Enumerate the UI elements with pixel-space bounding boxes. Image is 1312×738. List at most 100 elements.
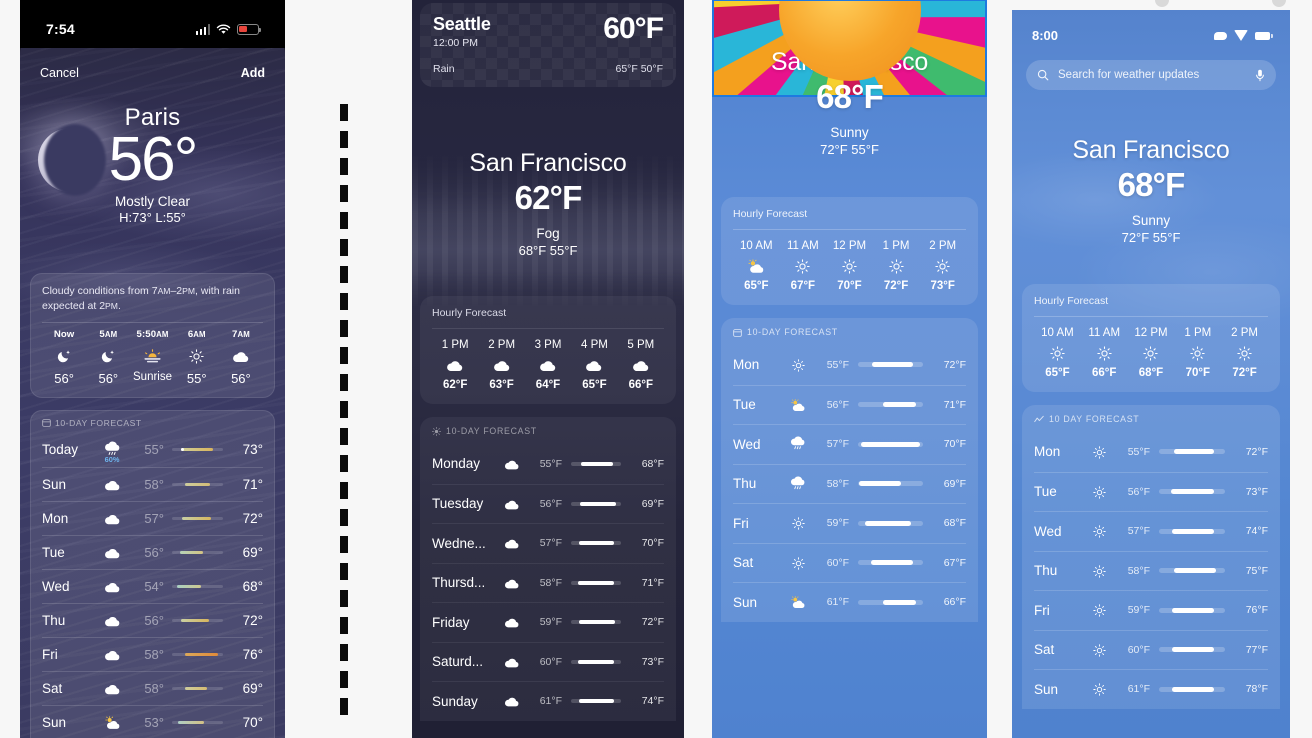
temperature-range-bar [181, 516, 212, 520]
forecast-high-temperature: 72°F [641, 616, 664, 629]
hourly-time: 5AM [86, 329, 130, 340]
cropped-decoration-icon-left [1155, 0, 1169, 7]
hourly-forecast-card[interactable]: Hourly Forecast 1 PM 62°F 2 PM 63°F 3 PM 6… [420, 296, 676, 405]
forecast-row: Friday 59°F 72°F [432, 602, 664, 642]
forecast-high-temperature: 72°F [943, 358, 966, 371]
temperature-range-bar [579, 699, 614, 704]
forecast-day: Sat [42, 680, 63, 696]
ten-day-forecast-card[interactable]: 10-DAY FORECAST Mon 55°F 72°F Tue 56°F 71°F… [721, 318, 978, 622]
forecast-low-temperature: 58° [144, 646, 164, 662]
forecast-low-temperature: 61°F [1127, 683, 1150, 696]
forecast-low-temperature: 56° [144, 544, 164, 560]
ten-day-forecast-card[interactable]: 10 DAY FORECAST Mon 55°F 72°F Tue 56°F 73°F… [1022, 405, 1280, 709]
hourly-time: 1 PM [882, 239, 910, 252]
hourly-weather-icon [175, 348, 219, 364]
hourly-time-meridiem: AM [104, 330, 118, 340]
rain-cloud-icon [790, 436, 805, 450]
separator-dash [340, 509, 348, 526]
hourly-forecast-card[interactable]: Hourly Forecast 10 AM 65°F 11 AM 67°F 12 P… [721, 197, 978, 306]
forecast-high-temperature: 70° [242, 714, 263, 730]
forecast-rows: Mon 55°F 72°F Tue 56°F 71°F Wed 57°F 70°F Thu … [733, 345, 966, 622]
cancel-button[interactable]: Cancel [40, 66, 79, 80]
forecast-high-temperature: 72° [242, 510, 263, 526]
forecast-low-temperature: 55°F [1127, 445, 1150, 458]
sun-icon [795, 259, 811, 274]
hourly-temperature: 66°F [1091, 367, 1117, 380]
current-temperature: 68°F [1117, 166, 1186, 203]
temperature-range-track [858, 599, 923, 605]
forecast-high-temperature: 67°F [943, 556, 966, 569]
forecast-low-temperature: 57°F [539, 537, 562, 550]
cloud-icon [104, 616, 119, 626]
hourly-strip: 10 AM 65°F 11 AM 66°F 12 PM 68°F 1 PM 70… [1034, 327, 1268, 380]
forecast-header: 10 DAY FORECAST [1034, 405, 1268, 432]
forecast-low-temperature: 60°F [826, 556, 849, 569]
hourly-item: 12 PM 68°F [1128, 327, 1175, 380]
sun-icon [1092, 486, 1106, 499]
hourly-temperature: 65°F [744, 280, 769, 293]
hourly-strip: 1 PM 62°F 2 PM 63°F 3 PM 64°F 4 PM 65°F 5 PM… [432, 339, 664, 392]
cloud-icon [233, 351, 249, 362]
hourly-temperature: 64°F [535, 379, 561, 392]
add-button[interactable]: Add [241, 66, 265, 80]
forecast-day: Monday [432, 456, 481, 472]
cloud-icon [104, 582, 119, 592]
seattle-city-card[interactable]: Seattle 12:00 PM 60°F Rain 65°F 50°F [420, 3, 676, 87]
search-bar[interactable]: Search for weather updates [1026, 60, 1276, 90]
temperature-range-track [1159, 528, 1225, 534]
wifi-icon [216, 24, 231, 34]
hourly-weather-icon [1221, 346, 1268, 362]
temperature-range-bar [578, 580, 614, 585]
forecast-weather-icon [785, 436, 811, 452]
hourly-weather-icon [130, 348, 174, 364]
seattle-condition: Rain [433, 63, 455, 75]
sun-cloud-icon [104, 716, 119, 729]
cloud-icon [104, 650, 119, 660]
separator-dash [340, 239, 348, 256]
forecast-row: Sun 61°F 66°F [733, 582, 966, 622]
hourly-weather-icon [873, 259, 920, 275]
current-conditions-hero: San Francisco 68°F Sunny 72°F 55°F [1012, 136, 1290, 245]
forecast-day: Thu [733, 476, 757, 492]
microphone-icon[interactable] [1255, 69, 1265, 82]
forecast-low-temperature: 56° [144, 612, 164, 628]
forecast-low-temperature: 58° [144, 476, 164, 492]
hourly-time-meridiem: AM [156, 330, 169, 340]
hourly-item: 1 PM 70°F [1174, 327, 1221, 380]
hourly-forecast-card[interactable]: Cloudy conditions from 7AM–2PM, with rai… [30, 272, 275, 398]
forecast-header: 10-DAY FORECAST [432, 417, 664, 444]
temperature-range-bar [579, 501, 616, 506]
forecast-high-temperature: 68° [242, 578, 263, 594]
hourly-item: 11 AM 67°F [780, 240, 827, 293]
temperature-range-track [172, 584, 223, 588]
hourly-time-value: 5:50 [136, 329, 157, 341]
ten-day-forecast-card[interactable]: 10-DAY FORECAST Today 60% 55° 73° Sun 58° 71… [30, 409, 275, 738]
separator-dash [340, 131, 348, 148]
hourly-weather-icon [478, 358, 524, 374]
ten-day-forecast-card[interactable]: 10-DAY FORECAST Monday 55°F 68°F Tuesday 5… [420, 417, 676, 721]
sun-icon [1092, 683, 1106, 697]
forecast-day: Sat [1034, 642, 1055, 658]
temperature-range-bar [872, 362, 913, 368]
temperature-range-track [571, 699, 621, 704]
hourly-temperature: 56° [231, 370, 251, 386]
divider-line [1034, 316, 1268, 317]
sun-icon [791, 517, 805, 531]
hourly-time: 11 AM [1088, 326, 1121, 339]
temperature-range-bar [179, 550, 203, 554]
city-name: San Francisco [1072, 136, 1230, 164]
forecast-high-temperature: 72° [242, 612, 263, 628]
forecast-low-temperature: 59°F [1127, 604, 1150, 617]
forecast-day: Wed [733, 436, 761, 452]
hourly-time: 12 PM [1134, 326, 1168, 339]
hourly-forecast-card[interactable]: Hourly Forecast 10 AM 65°F 11 AM 66°F 12 P… [1022, 284, 1280, 393]
hourly-temperature: 72°F [1232, 367, 1257, 380]
forecast-low-temperature: 56°F [1127, 485, 1150, 498]
temperature-range-track [571, 659, 621, 664]
search-input[interactable]: Search for weather updates [1058, 69, 1246, 81]
temperature-range-bar [1170, 489, 1215, 495]
hourly-temperature: 72°F [883, 280, 909, 293]
hourly-item: 5:50AM Sunrise [130, 329, 174, 386]
cloud-icon [540, 361, 556, 372]
forecast-day: Tue [1034, 484, 1057, 500]
